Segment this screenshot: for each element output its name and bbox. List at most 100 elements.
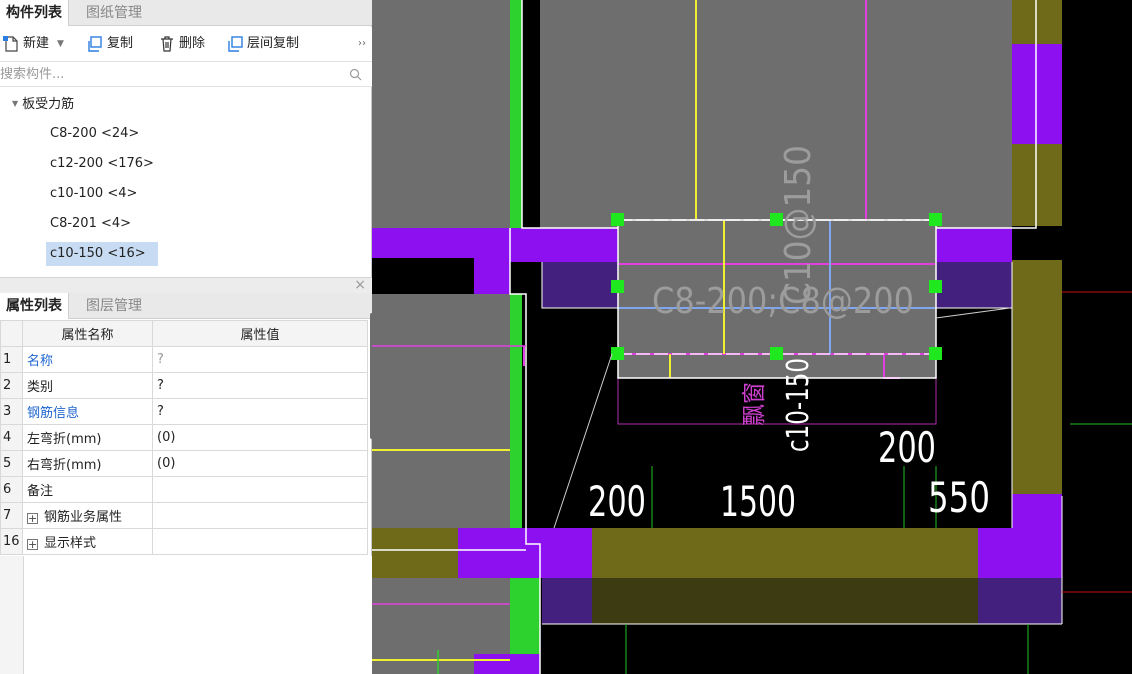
property-name-label: 钢筋业务属性 (44, 510, 123, 525)
grip-handle[interactable] (611, 213, 624, 226)
row-index: 7 (0, 502, 23, 529)
row-index: 1 (0, 346, 23, 373)
dimension-label[interactable]: 1500 (720, 477, 796, 526)
tab-property-list[interactable]: 属性列表 (0, 293, 69, 319)
floor-copy-button-label: 层间复制 (247, 36, 300, 51)
component-toolbar: 新建 ▼ 复制 删除 层间复制 ›› (0, 27, 372, 61)
column[interactable] (458, 528, 592, 578)
beam[interactable] (510, 228, 618, 262)
copy-button-label: 复制 (107, 36, 134, 51)
green-wall[interactable] (510, 0, 522, 228)
cad-drawing[interactable]: C8-200;C8@200 C10@150 c10-150 飘窗 200 150… (372, 0, 1132, 674)
row-index: 2 (0, 372, 23, 399)
property-name-expandable[interactable]: + 显示样式 (22, 528, 153, 555)
search-row (0, 61, 372, 87)
row-index: 5 (0, 450, 23, 477)
property-name: 钢筋信息 (22, 398, 153, 425)
tree-item[interactable]: c10-100 <4> (50, 182, 137, 206)
property-name: 右弯折(mm) (22, 450, 153, 477)
tab-drawing-management[interactable]: 图纸管理 (80, 0, 148, 26)
table-row[interactable]: 6 备注 (0, 476, 368, 503)
beam[interactable] (372, 228, 510, 258)
table-row[interactable]: 5 右弯折(mm) (0) (0, 450, 368, 477)
slab-region[interactable] (540, 0, 1012, 228)
property-value[interactable]: ? (152, 372, 368, 399)
search-input[interactable] (0, 64, 340, 85)
property-name-expandable[interactable]: + 钢筋业务属性 (22, 502, 153, 529)
grip-handle[interactable] (929, 280, 942, 293)
beam-shadow (542, 262, 618, 308)
dimension-label[interactable]: 550 (928, 473, 990, 522)
row-index: 6 (0, 476, 23, 503)
table-row[interactable]: 1 名称 ? (0, 346, 368, 373)
tree-item-selected[interactable]: c10-150 <16> (46, 242, 158, 266)
wall-segment[interactable] (1012, 144, 1062, 226)
rebar-label-vertical[interactable]: C10@150 (778, 145, 819, 305)
property-name: 备注 (22, 476, 153, 503)
property-value[interactable]: ? (152, 346, 368, 373)
more-tools-button[interactable]: ›› (358, 33, 366, 55)
tree-group-slab-rebar[interactable]: ▼ 板受力筋 (12, 92, 74, 116)
table-row[interactable]: 16 + 显示样式 (0, 528, 368, 555)
column[interactable] (978, 528, 1062, 578)
tree-item[interactable]: C8-201 <4> (50, 212, 131, 236)
grip-handle[interactable] (929, 347, 942, 360)
search-icon[interactable] (349, 68, 362, 81)
beam[interactable] (936, 228, 1012, 262)
expand-plus-icon[interactable]: + (27, 539, 38, 550)
grip-handle[interactable] (929, 213, 942, 226)
green-wall[interactable] (510, 578, 540, 654)
delete-button-label: 删除 (179, 36, 206, 51)
beam[interactable] (474, 258, 510, 294)
expand-plus-icon[interactable]: + (27, 513, 38, 524)
beam-shadow (936, 262, 1012, 308)
caret-down-icon[interactable]: ▼ (12, 99, 18, 108)
window-outline (617, 376, 937, 425)
chevron-down-icon[interactable]: ▼ (57, 33, 64, 55)
green-wall[interactable] (510, 294, 522, 528)
column[interactable] (1012, 44, 1062, 144)
slab-region[interactable] (372, 0, 512, 228)
index-header (0, 320, 23, 347)
property-value[interactable]: (0) (152, 424, 368, 451)
table-row[interactable]: 4 左弯折(mm) (0) (0, 424, 368, 451)
grip-handle[interactable] (611, 347, 624, 360)
table-row[interactable]: 7 + 钢筋业务属性 (0, 502, 368, 529)
property-value[interactable]: ? (152, 398, 368, 425)
slab-region[interactable] (372, 294, 512, 528)
new-button[interactable]: 新建 ▼ (2, 33, 64, 55)
tree-item[interactable]: c12-200 <176> (50, 152, 154, 176)
component-tree: ▼ 板受力筋 C8-200 <24> c12-200 <176> c10-100 … (0, 88, 372, 270)
dimension-label[interactable]: 200 (878, 423, 936, 472)
property-table: 属性名称 属性值 1 名称 ? 2 类别 ? 3 钢筋信息 ? 4 左弯折(mm… (0, 320, 368, 555)
tab-component-list[interactable]: 构件列表 (0, 0, 69, 26)
cad-canvas[interactable]: C8-200;C8@200 C10@150 c10-150 飘窗 200 150… (372, 0, 1132, 674)
rebar-label-selected[interactable]: c10-150 (781, 358, 816, 452)
table-row[interactable]: 3 钢筋信息 ? (0, 398, 368, 425)
property-value-header: 属性值 (152, 320, 368, 347)
column[interactable] (474, 654, 540, 674)
property-name: 名称 (22, 346, 153, 373)
property-value[interactable]: (0) (152, 450, 368, 477)
close-icon[interactable]: × (354, 277, 366, 293)
window-label[interactable]: 飘窗 (740, 382, 768, 426)
table-row[interactable]: 2 类别 ? (0, 372, 368, 399)
tab-layer-management[interactable]: 图层管理 (80, 293, 148, 319)
property-name: 左弯折(mm) (22, 424, 153, 451)
wall-segment[interactable] (1012, 0, 1062, 44)
wall-segment[interactable] (592, 528, 978, 578)
wall-segment[interactable] (1012, 260, 1062, 496)
new-file-icon (3, 36, 18, 52)
property-value[interactable] (152, 476, 368, 503)
column-shadow (542, 578, 592, 624)
wall-segment[interactable] (372, 528, 458, 578)
delete-button[interactable]: 删除 (158, 33, 205, 55)
trash-icon (161, 36, 173, 52)
tree-item[interactable]: C8-200 <24> (50, 122, 139, 146)
floor-copy-button[interactable]: 层间复制 (226, 33, 299, 55)
copy-button[interactable]: 复制 (86, 33, 133, 55)
row-index: 16 (0, 528, 23, 555)
dimension-label[interactable]: 200 (588, 477, 646, 526)
grip-handle[interactable] (611, 280, 624, 293)
panel-splitter[interactable]: × (0, 277, 372, 293)
